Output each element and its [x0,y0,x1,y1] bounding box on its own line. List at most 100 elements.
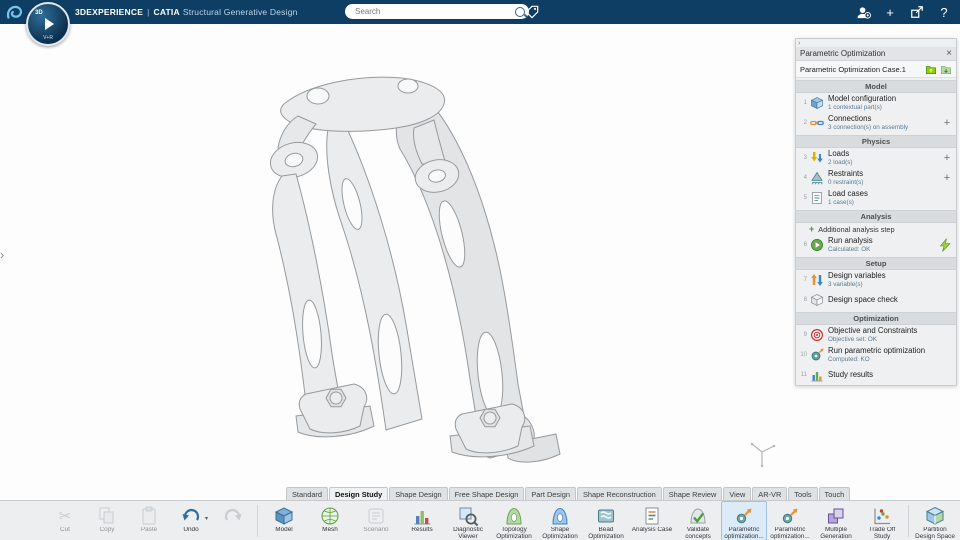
tab-shape-review[interactable]: Shape Review [662,487,723,500]
tool-results[interactable]: Results [399,501,445,540]
section-header-model: Model [796,80,956,93]
close-icon[interactable]: × [946,48,952,59]
tool-analysis-case[interactable]: Analysis Case [629,501,675,540]
tab-touch[interactable]: Touch [818,487,851,500]
tool-cut[interactable]: ✂ Cut [44,501,86,540]
additional-analysis-step[interactable]: + Additional analysis step [796,223,956,235]
tab-view[interactable]: View [723,487,752,500]
parametric-optimization-icon [779,505,801,527]
mesh-icon [319,505,341,527]
search-input[interactable] [353,6,515,17]
tool-trade-off-study[interactable]: Trade Off Study [859,501,905,540]
panel-item-study-results[interactable]: 11 Study results [796,365,956,385]
case-import-icon[interactable] [940,63,952,75]
help-icon[interactable]: ? [936,4,952,20]
tag-icon[interactable] [524,4,540,20]
case-row[interactable]: Parametric Optimization Case.1 [796,61,956,78]
tab-part-design[interactable]: Part Design [525,487,576,500]
tool-label: Copy [99,527,115,533]
panel-item-connections[interactable]: 2 Connections 3 connection(s) on assembly + [796,113,956,133]
tool-label: Mesh [322,527,338,533]
case-export-icon[interactable] [925,63,937,75]
tool-validate-concepts[interactable]: Validate concepts [675,501,721,540]
bracket-3d-model[interactable] [190,60,590,490]
tool-scenario[interactable]: Scenario [353,501,399,540]
tab-design-study[interactable]: Design Study [329,487,389,500]
user-settings-icon[interactable] [855,4,871,20]
item-text: Model configuration 1 contextual part(s) [828,94,896,111]
tool-parametric-optimization[interactable]: Parametric optimization... [767,501,813,540]
multiple-generation-icon [825,505,847,527]
model-icon [273,505,295,527]
toolbar-separator [908,505,909,537]
compass-3d-label: 3D [35,10,43,16]
tab-free-shape-design[interactable]: Free Shape Design [448,487,525,500]
tool-shape-optimization[interactable]: Shape Optimization [537,501,583,540]
tool-parametric-optimization[interactable]: Parametric optimization... [721,501,767,540]
panel-item-design-space-check[interactable]: 8 Design space check [796,290,956,310]
panel-header[interactable]: Parametric Optimization × [796,47,956,61]
run-parametric-optimization-icon [810,348,824,362]
model-configuration-icon [810,96,824,110]
panel-item-run-analysis[interactable]: 6 Run analysis Calculated: OK [796,235,956,255]
tool-copy[interactable]: Copy [86,501,128,540]
tool-undo[interactable]: ▾ Undo [170,501,212,540]
panel-item-loads[interactable]: 3 Loads 2 load(s) + [796,148,956,168]
svg-text:✂: ✂ [59,508,72,525]
tool-label: Multiple Generation [820,527,852,540]
add-connections-button[interactable]: + [942,117,952,129]
add-restraints-button[interactable]: + [942,172,952,184]
item-sublabel: Calculated: OK [828,245,871,253]
panel-item-model-configuration[interactable]: 1 Model configuration 1 contextual part(s) [796,93,956,113]
panel-title: Parametric Optimization [800,49,886,58]
tool-label: Trade Off Study [868,527,896,540]
tool-label: Analysis Case [631,527,673,533]
tool-redo[interactable] [212,501,254,540]
run-analysis-icon [810,238,824,252]
axis-triad-icon[interactable] [744,432,780,472]
tool-label: Parametric optimization... [770,527,810,540]
tool-mesh[interactable]: Mesh [307,501,353,540]
tab-ar-vr[interactable]: AR-VR [752,487,788,500]
run-analysis-flash-icon[interactable] [938,238,952,252]
dropdown-caret-icon[interactable]: ▾ [205,515,208,522]
compass-play-icon[interactable] [45,18,54,30]
item-number: 5 [803,195,807,201]
item-text: Design space check [828,294,898,305]
tool-partition-design-space[interactable]: Partition Design Space [912,501,958,540]
panel-collapse-icon[interactable]: › [796,39,956,47]
compass-widget[interactable]: 3D V+R [26,2,70,46]
panel-item-restraints[interactable]: 4 Restraints 0 restraint(s) + [796,168,956,188]
tool-topology-optimization[interactable]: Topology Optimization [491,501,537,540]
tab-standard[interactable]: Standard [286,487,328,500]
panel-item-design-variables[interactable]: 7 Design variables 3 variable(s) [796,270,956,290]
tool-model[interactable]: Model [261,501,307,540]
tool-diagnostic-viewer[interactable]: Diagnostic Viewer [445,501,491,540]
tab-shape-design[interactable]: Shape Design [389,487,448,500]
tool-paste[interactable]: Paste [128,501,170,540]
item-label: Study results [828,369,874,379]
dassault-3ds-logo[interactable] [5,3,23,21]
tool-multiple-generation[interactable]: Multiple Generation [813,501,859,540]
add-loads-button[interactable]: + [942,152,952,164]
tool-label: Cut [60,527,70,533]
add-icon[interactable]: + [882,4,898,20]
panel-item-load-cases[interactable]: 5 Load cases 1 case(s) [796,188,956,208]
share-icon[interactable] [909,4,925,20]
tool-bead-optimization[interactable]: Bead Optimization [583,501,629,540]
item-sublabel: 3 variable(s) [828,280,863,288]
parametric-optimization-panel: › Parametric Optimization × Parametric O… [795,38,957,386]
panel-item-objective-and-constraints[interactable]: 9 Objective and Constraints Objective set:… [796,325,956,345]
tool-label: Validate concepts [685,527,711,540]
tab-tools[interactable]: Tools [788,487,818,500]
panel-item-run-parametric-optimization[interactable]: 10 Run parametric optimization Computed: K… [796,345,956,365]
app-subtitle: Structural Generative Design [182,7,298,17]
left-panel-expander-icon[interactable]: › [0,248,4,261]
tool-label: Diagnostic Viewer [453,527,483,540]
item-label: Run parametric optimization [828,345,926,355]
item-text: Design variables 3 variable(s) [828,271,886,288]
item-label: Design space check [828,294,898,304]
item-text: Objective and Constraints Objective set: … [828,325,918,343]
item-label: Objective and Constraints [828,325,918,335]
tab-shape-reconstruction[interactable]: Shape Reconstruction [576,487,662,500]
